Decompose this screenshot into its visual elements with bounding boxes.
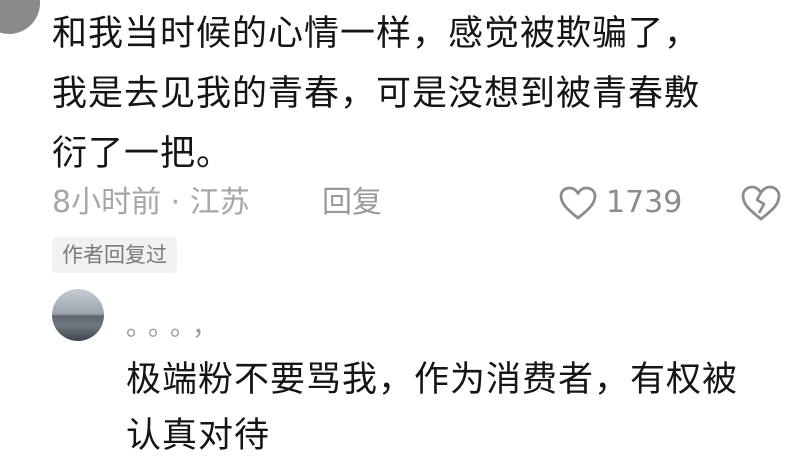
avatar[interactable]	[0, 0, 40, 34]
comment-time-location: 8小时前 · 江苏	[52, 185, 250, 220]
author-replied-badge: 作者回复过	[52, 237, 177, 273]
reply-avatar[interactable]	[52, 289, 104, 341]
like-button[interactable]: 1739	[558, 181, 682, 225]
reply-line: 认真对待	[126, 416, 271, 456]
comment-meta: 8小时前 · 江苏 回复 1739	[52, 181, 792, 225]
heart-icon	[559, 186, 597, 220]
comment-line: 和我当时候的心情一样，感觉被欺骗了，	[52, 14, 701, 54]
comment-text: 和我当时候的心情一样，感觉被欺骗了， 我是去见我的青春，可是没想到被青春敷 衍了一把…	[52, 4, 787, 184]
reply-button[interactable]: 回复	[322, 181, 382, 225]
reply-line: 极端粉不要骂我，作为消费者，有权被	[126, 360, 739, 400]
comment-line: 我是去见我的青春，可是没想到被青春敷	[52, 74, 701, 114]
like-count: 1739	[606, 185, 683, 220]
comment-line: 衍了一把。	[52, 134, 233, 174]
reply-text: 极端粉不要骂我，作为消费者，有权被 认真对待	[126, 352, 796, 464]
reply-author[interactable]: 。。。，	[126, 312, 227, 342]
broken-heart-icon[interactable]	[740, 183, 782, 223]
